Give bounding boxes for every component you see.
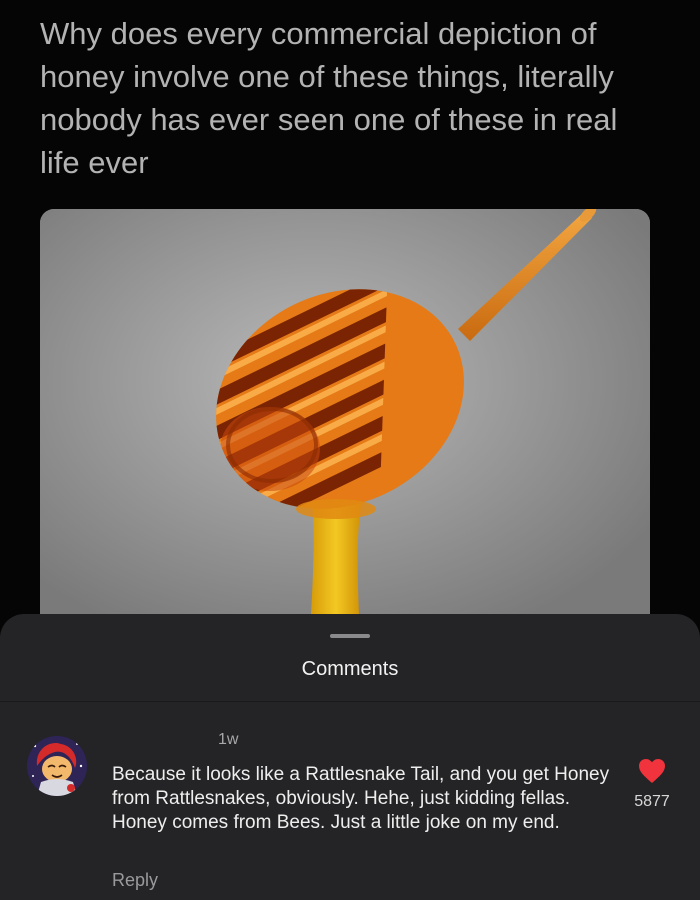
avatar[interactable] xyxy=(27,736,87,796)
comment-item: 1w Because it looks like a Rattlesnake T… xyxy=(0,702,700,900)
comment-timestamp: 1w xyxy=(218,731,239,748)
heart-icon xyxy=(639,759,665,783)
like-count: 5877 xyxy=(634,793,670,810)
comments-title: Comments xyxy=(301,658,399,680)
drag-handle[interactable] xyxy=(330,634,370,638)
post: Why does every commercial depiction of h… xyxy=(0,0,700,640)
cartoon-avatar-icon xyxy=(27,736,87,796)
post-image[interactable] xyxy=(40,209,650,639)
like-button[interactable] xyxy=(638,758,666,784)
comment-text: Because it looks like a Rattlesnake Tail… xyxy=(112,764,610,833)
honey-dipper-illustration xyxy=(40,209,650,639)
reply-button[interactable]: Reply xyxy=(112,870,158,891)
comments-sheet: Comments 1w Because it looks like a Ratt… xyxy=(0,614,700,900)
post-text: Why does every commercial depiction of h… xyxy=(40,16,618,180)
